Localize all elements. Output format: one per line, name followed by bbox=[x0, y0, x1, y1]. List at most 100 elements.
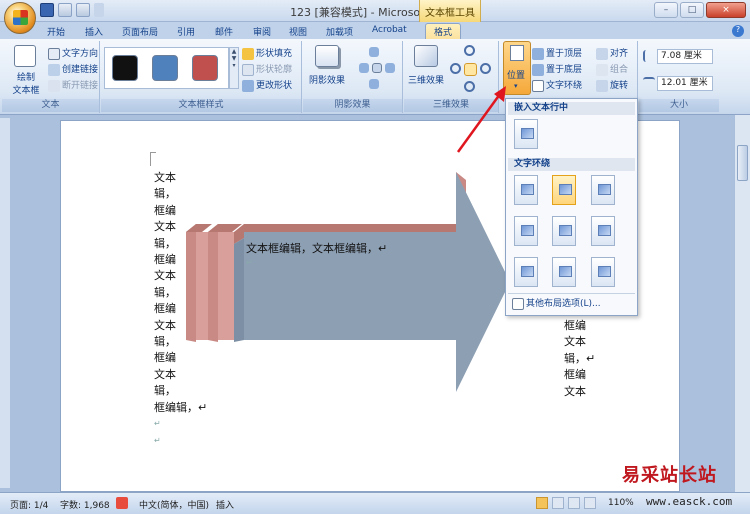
nudge-shadow-right-icon[interactable] bbox=[385, 63, 395, 73]
tab-addins[interactable]: 加载项 bbox=[326, 25, 353, 38]
chevron-down-icon: ▾ bbox=[514, 82, 518, 90]
text-direction-icon bbox=[48, 47, 60, 60]
arrow-left-edge bbox=[234, 238, 244, 342]
status-bar: 页面: 1/4 字数: 1,968 中文(简体，中国) 插入 110% bbox=[0, 492, 750, 514]
outline-view-icon[interactable] bbox=[584, 497, 596, 509]
shadow-effects-button[interactable]: 阴影效果 bbox=[309, 73, 345, 86]
nudge-shadow-up-icon[interactable] bbox=[369, 47, 379, 57]
window-controls: – □ × bbox=[654, 2, 746, 18]
link-icon bbox=[48, 63, 60, 76]
send-to-back-button[interactable]: 置于底层 bbox=[532, 62, 582, 76]
width-field[interactable]: 12.01 厘米 bbox=[657, 76, 713, 91]
position-bottom-right-option[interactable] bbox=[591, 257, 615, 287]
tab-mailings[interactable]: 邮件 bbox=[215, 25, 233, 38]
annotation-arrow-line bbox=[456, 93, 502, 153]
divider bbox=[508, 293, 635, 294]
web-layout-icon[interactable] bbox=[568, 497, 580, 509]
status-page[interactable]: 页面: 1/4 bbox=[10, 498, 48, 511]
position-middle-center-option[interactable] bbox=[552, 216, 576, 246]
status-words[interactable]: 字数: 1,968 bbox=[60, 498, 110, 511]
maximize-button[interactable]: □ bbox=[680, 2, 704, 18]
tab-insert[interactable]: 插入 bbox=[85, 25, 103, 38]
bring-front-icon bbox=[532, 47, 544, 60]
proofing-icon[interactable] bbox=[116, 497, 128, 509]
tab-page-layout[interactable]: 页面布局 bbox=[122, 25, 158, 38]
paragraph-mark: ↵ bbox=[154, 419, 161, 429]
text-wrap-icon bbox=[532, 79, 544, 92]
position-dropdown: 嵌入文本行中 文字环绕 其他布局选项(L)... bbox=[505, 98, 638, 316]
style-swatch-black[interactable] bbox=[112, 55, 138, 81]
tab-review[interactable]: 审阅 bbox=[253, 25, 271, 38]
tilt-right-icon[interactable] bbox=[480, 63, 491, 74]
scroll-thumb[interactable] bbox=[737, 145, 748, 181]
status-zoom[interactable]: 110% bbox=[608, 498, 634, 508]
text-direction-button[interactable]: 文字方向 bbox=[48, 46, 98, 60]
3d-effects-icon bbox=[414, 45, 438, 67]
arrow-shape[interactable] bbox=[180, 168, 520, 398]
change-shape-button[interactable]: 更改形状 bbox=[242, 78, 292, 92]
print-layout-icon[interactable] bbox=[536, 497, 548, 509]
height-field[interactable]: 7.08 厘米 bbox=[657, 49, 713, 64]
position-middle-right-option[interactable] bbox=[591, 216, 615, 246]
full-screen-reading-icon[interactable] bbox=[552, 497, 564, 509]
inline-section-header: 嵌入文本行中 bbox=[508, 102, 635, 115]
help-icon[interactable]: ? bbox=[732, 25, 744, 37]
shadow-toggle-icon[interactable] bbox=[372, 63, 382, 73]
more-layout-options[interactable]: 其他布局选项(L)... bbox=[512, 296, 601, 310]
align-button[interactable]: 对齐 bbox=[596, 46, 628, 60]
group-text: 绘制 文本框 文字方向 创建链接 断开链接 文本 bbox=[2, 41, 100, 113]
office-logo-icon bbox=[13, 10, 28, 25]
group-shadow: 阴影效果 阴影效果 bbox=[303, 41, 403, 113]
status-language[interactable]: 中文(简体，中国) bbox=[139, 498, 209, 511]
paragraph-mark: ↵ bbox=[154, 435, 161, 445]
close-button[interactable]: × bbox=[706, 2, 746, 18]
position-bottom-center-option[interactable] bbox=[552, 257, 576, 287]
watermark-url: www.easck.com bbox=[646, 495, 733, 508]
position-top-right-option[interactable] bbox=[591, 175, 615, 205]
shape-outline-button[interactable]: 形状轮廓 bbox=[242, 62, 292, 76]
minimize-button[interactable]: – bbox=[654, 2, 678, 18]
right-text-column: 框编 文本 辑，↵ 框编 文本 bbox=[564, 318, 624, 400]
gallery-scroll[interactable]: ▲ ▼ ▾ bbox=[229, 47, 239, 89]
tab-format[interactable]: 格式 bbox=[425, 23, 462, 39]
3d-effects-button[interactable]: 三维效果 bbox=[408, 73, 444, 86]
nudge-shadow-left-icon[interactable] bbox=[359, 63, 369, 73]
text-wrap-button[interactable]: 文字环绕 bbox=[532, 78, 582, 92]
create-link-button[interactable]: 创建链接 bbox=[48, 62, 98, 76]
width-icon bbox=[643, 77, 655, 87]
bring-to-front-button[interactable]: 置于顶层 bbox=[532, 46, 582, 60]
tab-view[interactable]: 视图 bbox=[289, 25, 307, 38]
vertical-scrollbar[interactable] bbox=[734, 115, 750, 492]
shape-fill-button[interactable]: 形状填充 bbox=[242, 46, 292, 60]
tab-acrobat[interactable]: Acrobat bbox=[372, 25, 407, 35]
arrow-segment-face bbox=[218, 232, 234, 340]
position-top-left-option[interactable] bbox=[514, 175, 538, 205]
tilt-up-icon[interactable] bbox=[464, 45, 475, 56]
group-label: 文本框样式 bbox=[101, 99, 301, 112]
tilt-left-icon[interactable] bbox=[450, 63, 461, 74]
arrow-textbox-text[interactable]: 文本框编辑，文本框编辑，↵ bbox=[246, 240, 387, 256]
tab-references[interactable]: 引用 bbox=[177, 25, 195, 38]
status-mode[interactable]: 插入 bbox=[216, 498, 234, 511]
nudge-shadow-down-icon[interactable] bbox=[369, 79, 379, 89]
position-top-center-option[interactable] bbox=[552, 175, 576, 205]
position-icon bbox=[510, 45, 524, 61]
position-inline-option[interactable] bbox=[514, 119, 538, 149]
office-button[interactable] bbox=[4, 2, 36, 34]
margin-corner-mark bbox=[150, 152, 156, 166]
ribbon-tabs: 开始 插入 页面布局 引用 邮件 审阅 视图 加载项 Acrobat 格式 ? bbox=[0, 22, 750, 39]
position-middle-left-option[interactable] bbox=[514, 216, 538, 246]
draw-textbox-button[interactable]: 绘制 文本框 bbox=[8, 70, 44, 96]
style-swatch-blue[interactable] bbox=[152, 55, 178, 81]
rotate-button[interactable]: 旋转 bbox=[596, 78, 628, 92]
height-icon bbox=[643, 50, 653, 62]
style-swatch-red[interactable] bbox=[192, 55, 218, 81]
group-label: 大小 bbox=[639, 99, 719, 112]
arrow-face bbox=[244, 172, 510, 392]
tab-home[interactable]: 开始 bbox=[47, 25, 65, 38]
break-link-button[interactable]: 断开链接 bbox=[48, 78, 98, 92]
3d-toggle-icon[interactable] bbox=[464, 63, 477, 76]
shadow-icon bbox=[315, 45, 339, 67]
group-button[interactable]: 组合 bbox=[596, 62, 628, 76]
position-bottom-left-option[interactable] bbox=[514, 257, 538, 287]
